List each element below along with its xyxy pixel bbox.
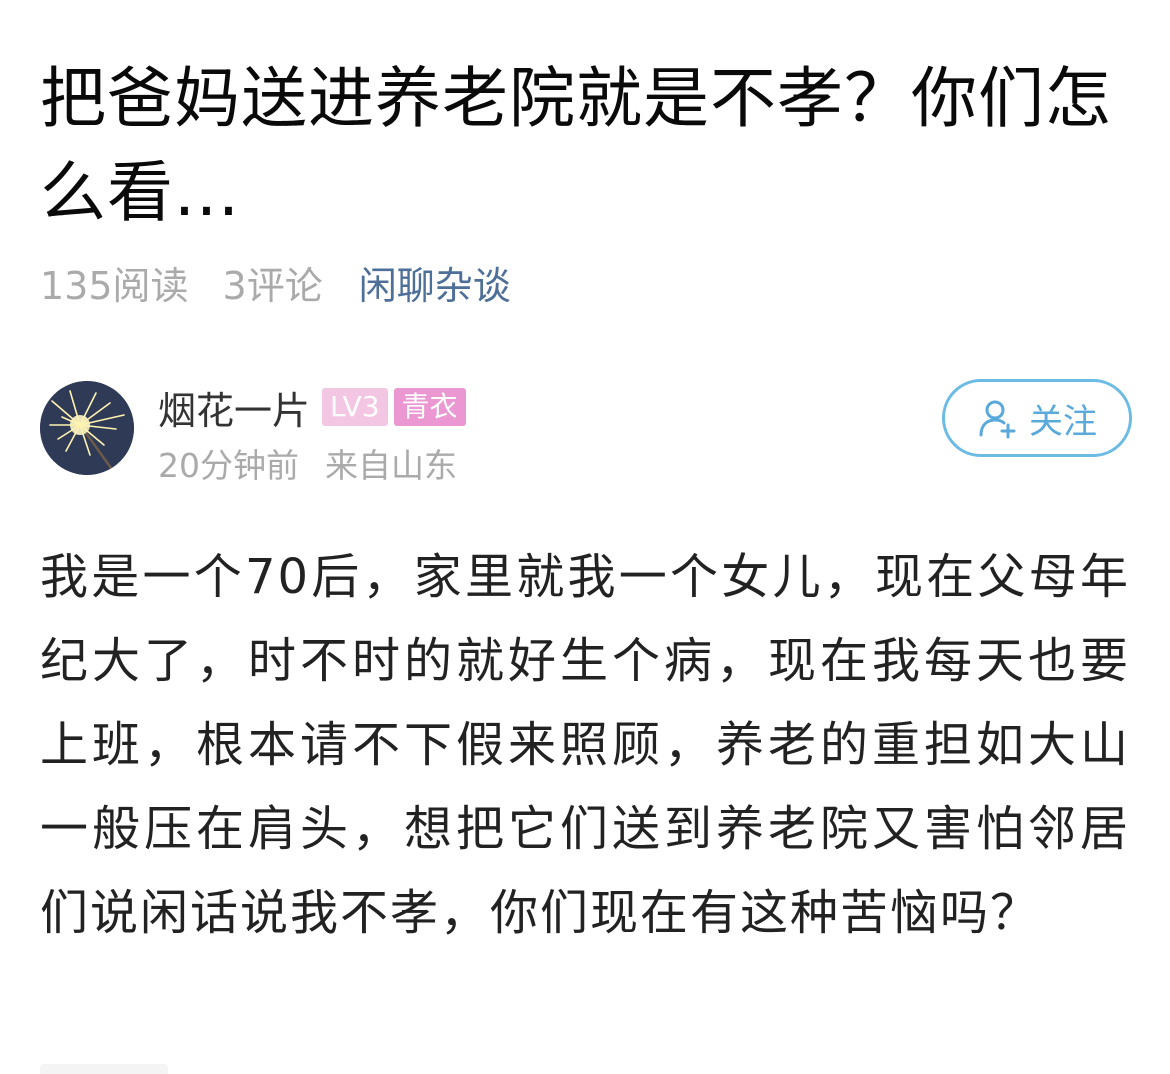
post-title: 把爸妈送进养老院就是不孝？你们怎么看...	[40, 60, 1112, 231]
author-name-line: 烟花一片 LV3 青衣	[158, 380, 472, 435]
add-user-icon	[979, 400, 1016, 439]
follow-button-label: 关注	[1029, 401, 1097, 442]
post-body: 我是一个70后，家里就我一个女儿，现在父母年纪大了，时不时的就好生个病，现在我每…	[40, 549, 1130, 941]
sparkler-avatar-icon	[40, 381, 134, 475]
follow-button[interactable]: 关注	[942, 379, 1132, 457]
post-location: 来自山东	[325, 446, 457, 485]
author-row: 烟花一片 LV3 青衣 20分钟前 来自山东 关注	[40, 379, 1132, 485]
author-subline: 20分钟前 来自山东	[158, 440, 457, 486]
avatar[interactable]	[40, 381, 134, 475]
post-meta: 135阅读 3评论 闲聊杂谈	[40, 252, 511, 312]
read-count: 135阅读	[40, 263, 189, 308]
post-time: 20分钟前	[158, 446, 299, 485]
level-badge: LV3	[322, 388, 388, 426]
author-name[interactable]: 烟花一片	[158, 380, 310, 435]
category-link[interactable]: 闲聊杂谈	[359, 255, 511, 310]
title-badge: 青衣	[393, 388, 466, 426]
bottom-tag-placeholder	[40, 1064, 168, 1074]
comment-count[interactable]: 3评论	[223, 255, 323, 310]
